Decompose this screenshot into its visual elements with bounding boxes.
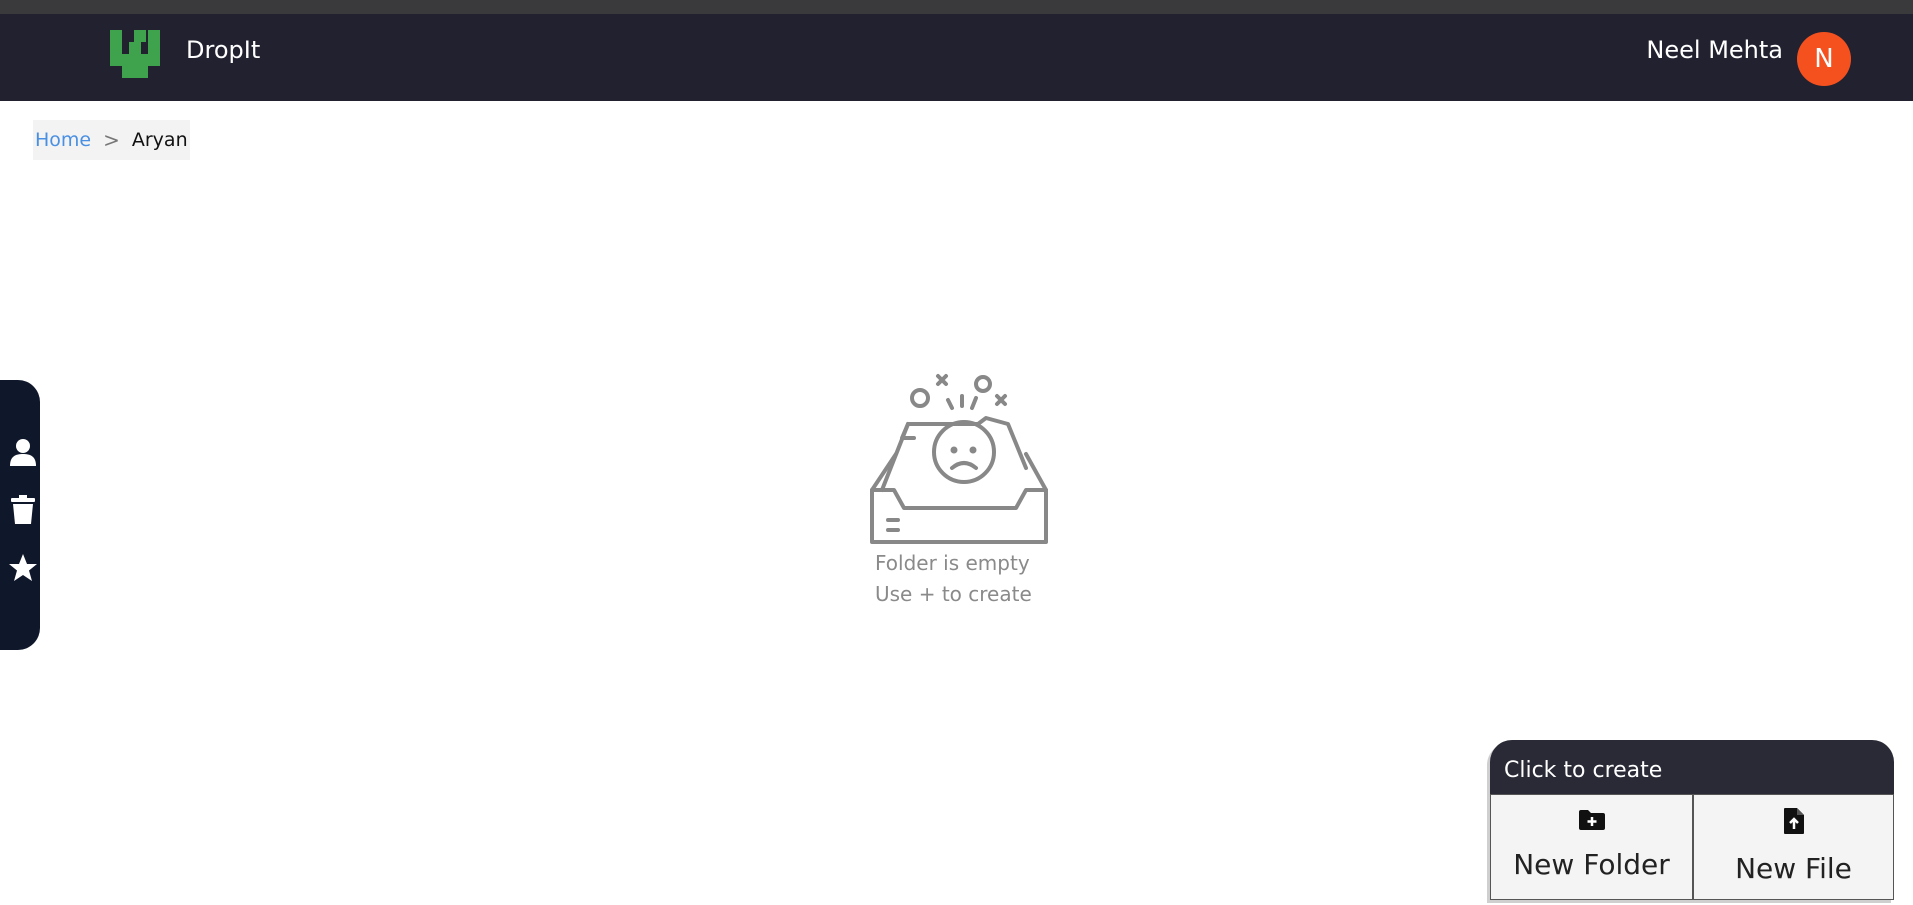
create-panel-title: Click to create: [1504, 758, 1663, 783]
empty-message: Folder is empty Use + to create: [875, 548, 1095, 610]
trash-icon[interactable]: [8, 495, 38, 525]
empty-message-hint: Use + to create: [875, 582, 1032, 606]
empty-message-title: Folder is empty: [875, 551, 1030, 575]
star-icon[interactable]: [8, 553, 38, 583]
breadcrumb-current: Aryan: [131, 129, 188, 151]
browser-top-strip: [0, 0, 1913, 14]
side-toolbar: [0, 380, 40, 650]
file-upload-icon: [1783, 807, 1805, 842]
dropit-logo-icon[interactable]: [110, 30, 160, 78]
new-folder-button[interactable]: New Folder: [1490, 794, 1693, 900]
user-icon[interactable]: [8, 437, 38, 467]
new-file-button[interactable]: New File: [1693, 794, 1894, 900]
top-navbar: DropIt Neel Mehta N: [0, 14, 1913, 101]
user-avatar[interactable]: N: [1797, 32, 1851, 86]
empty-inbox-icon: [866, 368, 1062, 552]
create-panel: Click to create New Folder New File: [1490, 740, 1894, 900]
breadcrumb: Home > Aryan: [33, 120, 190, 160]
brand-name[interactable]: DropIt: [186, 36, 260, 64]
new-file-label: New File: [1735, 852, 1852, 885]
breadcrumb-separator: >: [103, 128, 120, 152]
user-name: Neel Mehta: [1646, 36, 1783, 64]
folder-plus-icon: [1578, 805, 1606, 838]
breadcrumb-home-link[interactable]: Home: [35, 129, 91, 151]
new-folder-label: New Folder: [1513, 848, 1670, 881]
